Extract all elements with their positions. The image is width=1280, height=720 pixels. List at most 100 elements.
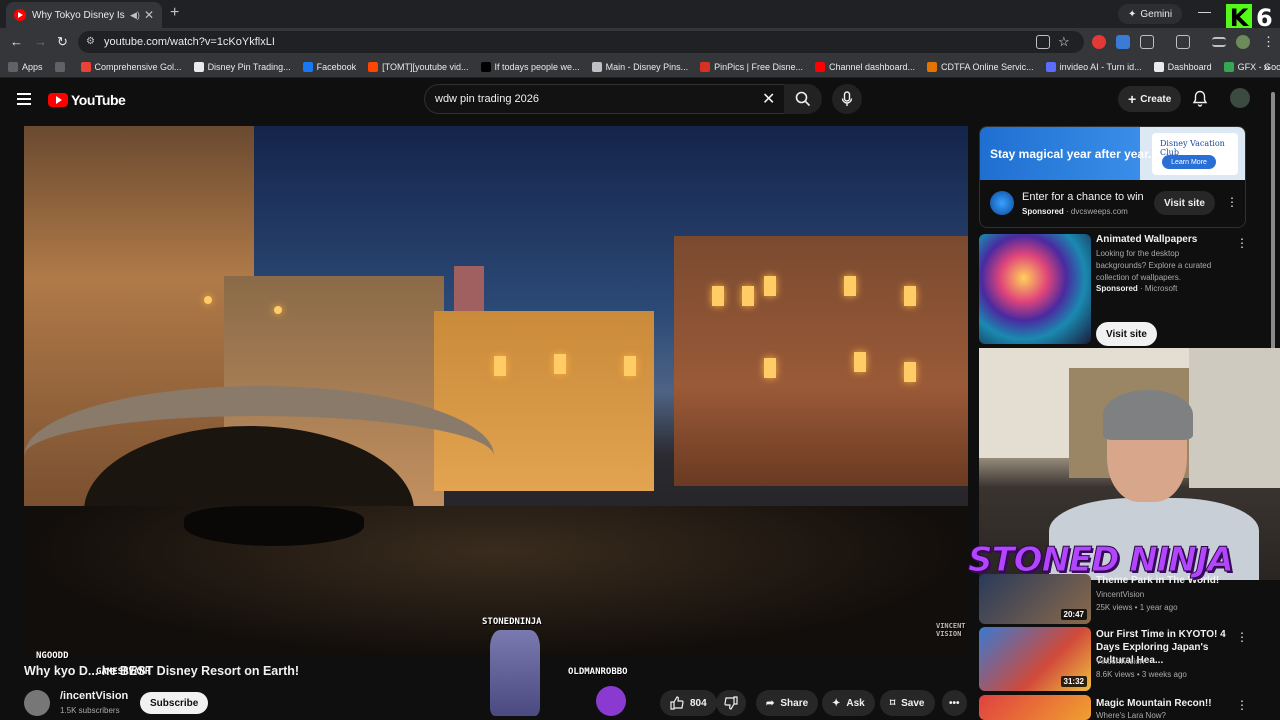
wallpaper-visit-button[interactable]: Visit site [1096,322,1157,346]
create-button[interactable]: + Create [1118,86,1182,112]
thumbs-down-icon [724,696,738,710]
video-watermark: VINCENT VISION [936,622,966,638]
new-tab-icon[interactable]: + [170,4,179,22]
visit-site-button[interactable]: Visit site [1154,191,1215,215]
extension-red-icon[interactable] [1092,35,1106,49]
related-video-meta: 25K views • 1 year ago [1096,603,1178,612]
save-icon: ⌑ [890,697,896,709]
bookmark-favicon-icon [80,61,91,72]
channel-name[interactable]: /incentVision [60,690,128,702]
related-video-menu-icon[interactable]: ⋮ [1236,698,1248,712]
bookmark-favicon-icon [193,61,204,72]
bookmark-label: GFX - Google Drive [1237,61,1280,72]
hamburger-menu-icon[interactable] [17,93,31,105]
dvc-logo: Disney Vacation Club Learn More [1152,133,1238,175]
channel-subscribers: 1.5K subscribers [60,706,120,715]
thumbs-up-icon [670,696,684,710]
youtube-wordmark: YouTube [71,92,126,108]
related-video-menu-icon[interactable]: ⋮ [1236,630,1248,644]
ad-banner-text: Stay magical year after year. [990,147,1152,161]
reading-list-icon[interactable] [1212,37,1226,47]
webcam-shelf [1189,348,1280,488]
overlay-sprite-robot [490,630,540,716]
channel-avatar[interactable] [24,690,50,716]
bookmark-item[interactable]: CDTFA Online Servic... [927,61,1034,72]
chrome-menu-icon[interactable]: ⋮ [1262,34,1275,50]
learn-more-button[interactable]: Learn More [1162,155,1216,169]
share-button[interactable]: ➦ Share [756,690,819,716]
overlay-oldmanrobbo: OLDMANROBBO [568,667,628,677]
bookmark-item[interactable]: PinPics | Free Disne... [700,61,803,72]
gemini-button[interactable]: ✦ Gemini [1118,4,1183,24]
bookmark-item[interactable]: Apps [8,61,43,72]
bookmark-item[interactable]: invideo AI - Turn id... [1045,61,1142,72]
ad-menu-icon[interactable]: ⋮ [1226,195,1238,209]
url-text: youtube.com/watch?v=1cKoYkflxLI [104,36,275,48]
bookmarks-overflow-icon[interactable]: » [1263,60,1270,74]
more-actions-button[interactable]: ••• [942,690,967,716]
dislike-button[interactable] [716,690,746,716]
bookmark-favicon-icon [700,61,711,72]
video-player[interactable]: VINCENT VISION [24,126,968,658]
wallpaper-ad-menu-icon[interactable]: ⋮ [1236,236,1248,250]
ad-title: Enter for a chance to win [1022,191,1144,203]
bookmark-item[interactable]: Channel dashboard... [814,61,915,72]
bookmark-item[interactable]: Dashboard [1153,61,1212,72]
clear-search-icon[interactable]: ✕ [762,89,775,109]
speaker-icon[interactable]: ◀) [130,10,140,21]
subscribe-button[interactable]: Subscribe [140,692,209,714]
sweeps-globe-icon [990,191,1014,215]
bookmark-item[interactable]: If todays people we... [480,61,580,72]
bookmark-item[interactable]: Disney Pin Trading... [193,61,291,72]
voice-search-button[interactable] [832,84,862,114]
like-button[interactable]: 804 [660,690,717,716]
reload-icon[interactable]: ↻ [57,34,68,50]
bookmark-item[interactable]: [TOMT][youtube vid... [368,61,469,72]
search-input[interactable]: wdw pin trading 2026 [424,84,786,114]
bookmark-item[interactable]: GFX - Google Drive [1223,61,1280,72]
search-icon [795,91,811,107]
bookmarks-bar: Apps Comprehensive Gol... Disney Pin Tradi… [0,56,1280,78]
bookmark-favicon-icon [54,61,65,72]
bookmark-label: Comprehensive Gol... [94,61,182,72]
close-tab-icon[interactable]: ✕ [144,8,154,22]
bookmark-favicon-icon [591,61,602,72]
profile-icon[interactable] [1236,35,1250,49]
browser-tab[interactable]: Why Tokyo Disney Is the BE ◀) ✕ [6,2,162,28]
bookmark-label: Dashboard [1167,61,1212,72]
extension-blue-icon[interactable] [1116,35,1130,49]
sponsored-ad-card[interactable]: Stay magical year after year. Disney Vac… [979,126,1246,228]
ad-sponsor-line: Sponsored · dvcsweeps.com [1022,207,1128,216]
wallpaper-ad-thumbnail[interactable] [979,234,1091,344]
related-video-thumbnail[interactable]: 20:47 [979,574,1091,624]
account-avatar[interactable] [1230,88,1250,108]
sidepanel-icon[interactable] [1176,35,1190,49]
related-video-channel[interactable]: VincentVision [1096,590,1144,599]
notifications-button[interactable] [1192,90,1208,113]
related-video-thumbnail[interactable] [979,695,1091,720]
back-icon[interactable]: ← [10,34,23,49]
forward-icon[interactable]: → [34,34,47,49]
related-video-channel[interactable]: Where's Lara Now? [1096,711,1166,720]
bookmark-item[interactable]: Main - Disney Pins... [591,61,688,72]
bookmark-item[interactable]: Facebook [302,61,356,72]
search-button[interactable] [784,84,822,114]
bookmark-item[interactable] [54,61,69,72]
bookmark-item[interactable]: Comprehensive Gol... [80,61,182,72]
install-app-icon[interactable] [1036,35,1050,49]
youtube-logo[interactable]: YouTube [48,92,126,108]
extensions-puzzle-icon[interactable] [1140,35,1154,49]
bookmark-star-icon[interactable]: ☆ [1058,34,1070,50]
wallpaper-ad-title[interactable]: Animated Wallpapers [1096,234,1197,245]
wallpaper-ad-sponsor: Sponsored · Microsoft [1096,284,1178,293]
related-video-title[interactable]: Magic Mountain Recon!! [1096,697,1236,710]
related-video-channel[interactable]: VincentVision [1096,657,1144,666]
save-button[interactable]: ⌑ Save [880,690,935,716]
ask-button[interactable]: ✦ Ask [822,690,875,716]
minimize-icon[interactable]: — [1198,4,1211,19]
url-field[interactable]: ⚙ youtube.com/watch?v=1cKoYkflxLI [78,31,1084,53]
site-info-icon[interactable]: ⚙ [86,36,95,47]
ad-banner[interactable]: Stay magical year after year. Disney Vac… [980,127,1245,180]
youtube-play-icon [48,93,68,107]
related-video-thumbnail[interactable]: 31:32 [979,627,1091,691]
